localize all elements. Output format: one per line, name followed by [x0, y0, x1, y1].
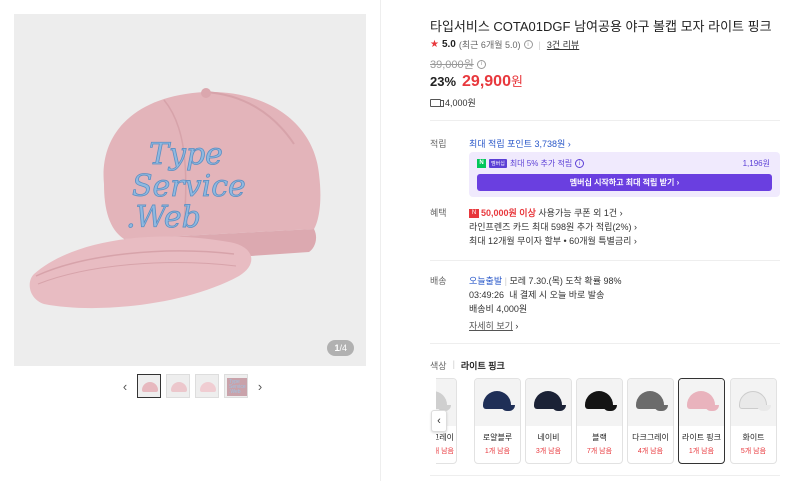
shipping-fee: 4,000원: [445, 98, 476, 108]
card-benefit-text: 라인프렌즈 카드 최대 598원 추가 적립(2%): [469, 222, 632, 232]
option-stock: 7개 남음: [586, 448, 613, 455]
thumb-next-arrow-icon[interactable]: ›: [253, 374, 267, 398]
coupon-text: 사용가능 쿠폰 외 1건: [538, 208, 618, 218]
delivery-info: 오늘출발 | 모레 7.30.(목) 도착 확률 98% 03:49:26 내 …: [469, 276, 622, 331]
main-product-image[interactable]: Type Service .Web 1/4: [14, 14, 366, 366]
points-label: 적립: [430, 139, 447, 149]
installment-text: 최대 12개월 무이자 할부 • 60개월 특별금리: [469, 236, 632, 246]
price-info-icon[interactable]: i: [476, 59, 486, 69]
thumbnail-1[interactable]: [137, 374, 161, 398]
membership-start-button[interactable]: 멤버십 시작하고 최대 적립 받기 ›: [477, 174, 772, 191]
original-price: 39,000원: [430, 59, 474, 71]
coupon-icon: N: [469, 209, 479, 219]
sale-price-value: 29,900: [462, 73, 511, 90]
today-shipping-label: 오늘출발: [469, 276, 503, 286]
membership-button-label: 멤버십 시작하고 최대 적립 받기: [569, 178, 675, 187]
max-points-link[interactable]: 최대 적립 포인트 3,738원 ›: [469, 137, 571, 150]
option-name: 로얄블루: [482, 433, 513, 442]
delivery-more-link[interactable]: 자세히 보기: [469, 321, 513, 331]
thumbnail-strip: ‹ Type Service .Web ›: [118, 374, 267, 398]
info-icon[interactable]: i: [523, 40, 533, 49]
product-title: 타입서비스 COTA01DGF 남여공용 야구 볼캡 모자 라이트 핑크: [430, 19, 772, 34]
divider: [430, 260, 780, 261]
color-options: 다크그레이 4개 남음 로얄블루 1개 남음 네이비 3개 남음 블랙 7개 남…: [436, 378, 781, 466]
original-price-row: 39,000원 i: [430, 56, 486, 72]
benefits-list: N 50,000원 이상 사용가능 쿠폰 외 1건 › 라인프렌즈 카드 최대 5…: [469, 206, 637, 248]
rating-detail: (최근 6개월 5.0): [458, 40, 521, 50]
membership-text: 최대 5% 추가 적립: [509, 159, 573, 168]
truck-icon: [430, 98, 444, 107]
option-name: 라이트 핑크: [681, 433, 722, 442]
divider: [430, 343, 780, 344]
option-name: 네이비: [537, 433, 560, 442]
thumbnail-2[interactable]: [166, 374, 190, 398]
option-stock: 5개 남음: [740, 448, 767, 455]
sale-price-row: 23% 29,900원: [430, 71, 523, 91]
color-option-1[interactable]: 로얄블루 1개 남음: [474, 378, 521, 464]
color-label: 색상: [430, 361, 447, 371]
cap-text-line-3: .Web: [126, 200, 201, 235]
card-benefit-row[interactable]: 라인프렌즈 카드 최대 598원 추가 적립(2%) ›: [469, 220, 637, 234]
thumbnail-3[interactable]: [195, 374, 219, 398]
color-option-6[interactable]: 화이트 5개 남음: [730, 378, 777, 464]
review-link[interactable]: 3건 리뷰: [547, 38, 579, 51]
delivery-fee: 배송비 4,000원: [469, 304, 528, 314]
shipping-row: 4,000원: [430, 96, 476, 109]
membership-box: N 멤버십 최대 5% 추가 적립 i 1,196원 멤버십 시작하고 최대 적…: [469, 152, 780, 197]
rating-score: 5.0: [441, 39, 456, 50]
divider: [430, 120, 780, 121]
arrival-text: 모레 7.30.(목) 도착 확률 98%: [509, 276, 622, 286]
sale-price: 29,900원: [462, 71, 523, 91]
cap-illustration: Type Service .Web: [29, 88, 321, 309]
color-separator: |: [452, 359, 455, 369]
membership-info: N 멤버십 최대 5% 추가 적립 i: [477, 158, 585, 169]
option-stock: 4개 남음: [637, 448, 664, 455]
membership-info-icon[interactable]: i: [575, 159, 585, 168]
selected-color: 라이트 핑크: [460, 361, 505, 371]
divider: [430, 475, 780, 476]
options-prev-arrow-icon[interactable]: ‹: [431, 410, 447, 432]
membership-amount: 1,196원: [742, 159, 770, 168]
option-stock: 1개 남음: [688, 448, 715, 455]
countdown-text: 내 결제 시 오늘 바로 발송: [509, 290, 605, 300]
star-icon: ★: [430, 39, 439, 50]
thumbnail-4[interactable]: Type Service .Web: [224, 374, 248, 398]
membership-badge: 멤버십: [489, 159, 507, 168]
color-selector-header: 색상 | 라이트 핑크: [430, 359, 505, 372]
delivery-label: 배송: [430, 276, 447, 286]
color-option-2[interactable]: 네이비 3개 남음: [525, 378, 572, 464]
option-name: 다크그레이: [436, 433, 454, 442]
rating-separator: |: [538, 39, 541, 50]
page-total: /4: [339, 343, 347, 353]
color-option-5[interactable]: 라이트 핑크 1개 남음: [678, 378, 725, 464]
option-stock: 3개 남음: [535, 448, 562, 455]
color-option-4[interactable]: 다크그레이 4개 남음: [627, 378, 674, 464]
benefits-label: 혜택: [430, 208, 447, 218]
option-name: 다크그레이: [632, 433, 669, 442]
cap-text-line-1: Type: [149, 137, 223, 172]
coupon-amount: 50,000원 이상: [481, 208, 536, 218]
sale-price-currency: 원: [510, 74, 523, 89]
column-divider: [380, 0, 381, 481]
option-stock: 1개 남음: [484, 448, 511, 455]
option-name: 화이트: [742, 433, 765, 442]
discount-rate: 23%: [430, 74, 457, 89]
thumb-prev-arrow-icon[interactable]: ‹: [118, 374, 132, 398]
naver-n-icon: N: [477, 159, 486, 168]
installment-row[interactable]: 최대 12개월 무이자 할부 • 60개월 특별금리 ›: [469, 234, 637, 248]
countdown: 03:49:26: [469, 290, 505, 300]
max-points-text: 최대 적립 포인트 3,738원: [469, 139, 566, 149]
color-option-3[interactable]: 블랙 7개 남음: [576, 378, 623, 464]
option-stock: 4개 남음: [436, 448, 454, 455]
coupon-row[interactable]: N 50,000원 이상 사용가능 쿠폰 외 1건 ›: [469, 206, 637, 220]
cap-text-line-2: Service: [132, 169, 246, 204]
rating-row: ★ 5.0 (최근 6개월 5.0) i | 3건 리뷰: [430, 38, 579, 51]
option-name: 블랙: [592, 433, 607, 442]
image-page-indicator: 1/4: [327, 340, 354, 356]
